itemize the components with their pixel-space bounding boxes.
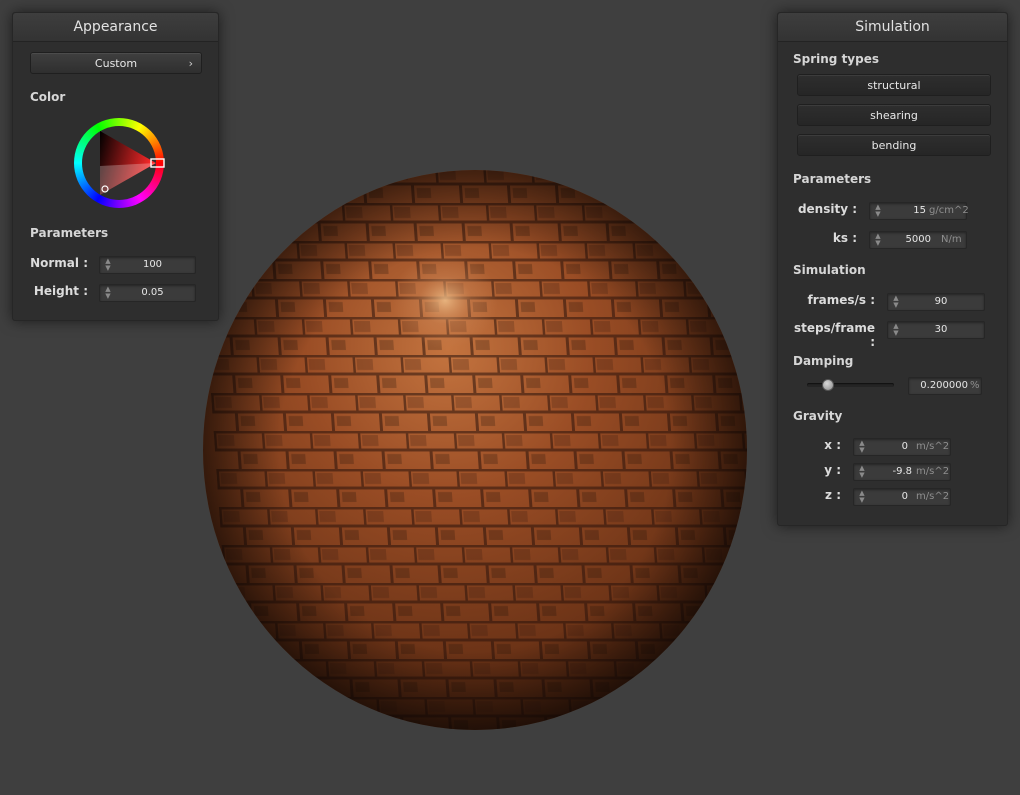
gravity-x-value: 0 [901, 441, 908, 452]
simulation-panel: Simulation Spring types structural shear… [777, 12, 1008, 526]
spinner-down-icon: ▼ [893, 329, 899, 337]
density-input[interactable]: ▲ ▼ 15 g/cm^2 [869, 202, 969, 220]
damping-input[interactable]: 0.200000 % [908, 377, 982, 395]
gravity-z-input[interactable]: ▲ ▼ 0 m/s^2 [853, 488, 951, 506]
normal-input[interactable]: ▲ ▼ 100 [99, 256, 196, 274]
spinner-down-icon: ▼ [105, 264, 111, 272]
steps-per-frame-value: 30 [934, 324, 948, 335]
spinner-down-icon: ▼ [859, 446, 865, 454]
spinner-down-icon: ▼ [859, 471, 865, 479]
appearance-panel-title[interactable]: Appearance [13, 13, 218, 42]
frames-per-second-input[interactable]: ▲ ▼ 90 [887, 293, 985, 311]
gravity-y-unit: m/s^2 [916, 466, 950, 477]
damping-slider-handle[interactable] [822, 379, 835, 391]
spring-bending-button[interactable]: bending [797, 134, 991, 156]
gravity-z-value: 0 [901, 491, 908, 502]
simulation-panel-title[interactable]: Simulation [778, 13, 1007, 42]
height-input[interactable]: ▲ ▼ 0.05 [99, 284, 196, 302]
appearance-parameters-label: Parameters [30, 226, 109, 240]
gravity-x-spinner[interactable]: ▲ ▼ [858, 440, 866, 454]
normal-spinner[interactable]: ▲ ▼ [104, 258, 112, 272]
damping-value: 0.200000 [920, 380, 968, 391]
ks-input[interactable]: ▲ ▼ 5000 N/m [869, 231, 967, 249]
density-value: 15 [913, 205, 926, 216]
ks-label: ks : [832, 231, 857, 245]
spring-structural-button[interactable]: structural [797, 74, 991, 96]
spinner-down-icon: ▼ [893, 301, 899, 309]
gravity-x-label: x : [824, 438, 841, 452]
spinner-down-icon: ▼ [875, 239, 881, 247]
steps-per-frame-label: steps/frame : [793, 321, 875, 349]
gravity-x-unit: m/s^2 [916, 441, 950, 452]
spinner-down-icon: ▼ [875, 210, 881, 218]
frames-per-second-spinner[interactable]: ▲ ▼ [892, 295, 900, 309]
gravity-y-value: -9.8 [892, 466, 912, 477]
gravity-y-input[interactable]: ▲ ▼ -9.8 m/s^2 [853, 463, 951, 481]
density-label: density : [797, 202, 857, 216]
damping-unit: % [970, 380, 980, 391]
height-label: Height : [33, 284, 88, 298]
density-spinner[interactable]: ▲ ▼ [874, 204, 882, 218]
color-wheel-icon[interactable] [72, 116, 166, 210]
ks-value: 5000 [905, 234, 931, 245]
chevron-right-icon: › [188, 57, 193, 70]
ks-spinner[interactable]: ▲ ▼ [874, 233, 882, 247]
appearance-panel: Appearance Custom › Color Parameters Nor… [12, 12, 219, 321]
density-unit: g/cm^2 [929, 205, 969, 216]
simulation-parameters-label: Parameters [793, 172, 872, 186]
steps-per-frame-spinner[interactable]: ▲ ▼ [892, 323, 900, 337]
gravity-x-input[interactable]: ▲ ▼ 0 m/s^2 [853, 438, 951, 456]
gravity-z-spinner[interactable]: ▲ ▼ [858, 490, 866, 504]
spinner-down-icon: ▼ [859, 496, 865, 504]
spring-types-label: Spring types [793, 52, 880, 66]
frames-per-second-label: frames/s : [807, 293, 875, 307]
gravity-label: Gravity [793, 409, 843, 423]
preset-button[interactable]: Custom › [30, 52, 202, 74]
ks-unit: N/m [941, 234, 962, 245]
frames-per-second-value: 90 [934, 296, 948, 307]
gravity-y-label: y : [824, 463, 841, 477]
damping-slider[interactable] [807, 383, 894, 387]
spinner-down-icon: ▼ [105, 292, 111, 300]
simulation-group-label: Simulation [793, 263, 866, 277]
gravity-z-unit: m/s^2 [916, 491, 950, 502]
damping-label: Damping [793, 354, 854, 368]
steps-per-frame-input[interactable]: ▲ ▼ 30 [887, 321, 985, 339]
gravity-y-spinner[interactable]: ▲ ▼ [858, 465, 866, 479]
gravity-z-label: z : [825, 488, 841, 502]
spring-shearing-button[interactable]: shearing [797, 104, 991, 126]
preset-label: Custom [94, 57, 138, 70]
color-group-label: Color [30, 90, 66, 104]
shaded-sphere[interactable] [195, 165, 755, 735]
normal-value: 100 [142, 259, 163, 270]
normal-label: Normal : [30, 256, 88, 270]
height-value: 0.05 [141, 287, 164, 298]
height-spinner[interactable]: ▲ ▼ [104, 286, 112, 300]
